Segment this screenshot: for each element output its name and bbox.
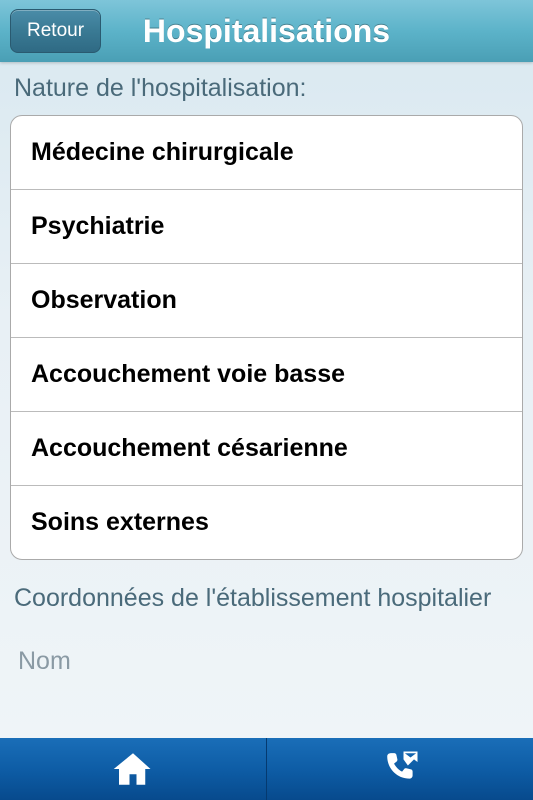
list-item[interactable]: Observation [11, 264, 522, 338]
home-button[interactable] [0, 738, 267, 800]
bottom-toolbar [0, 738, 533, 800]
content-area: Nature de l'hospitalisation: Médecine ch… [0, 62, 533, 738]
list-item[interactable]: Accouchement césarienne [11, 412, 522, 486]
contact-button[interactable] [267, 738, 533, 800]
list-item[interactable]: Soins externes [11, 486, 522, 559]
name-input[interactable] [10, 633, 523, 690]
phone-mail-icon [379, 748, 421, 790]
coords-section-label: Coordonnées de l'établissement hospitali… [10, 584, 523, 613]
list-item[interactable]: Psychiatrie [11, 190, 522, 264]
back-button[interactable]: Retour [10, 9, 101, 53]
list-item[interactable]: Médecine chirurgicale [11, 116, 522, 190]
nature-section-label: Nature de l'hospitalisation: [10, 74, 523, 103]
header-bar: Retour Hospitalisations [0, 0, 533, 62]
nature-list: Médecine chirurgicale Psychiatrie Observ… [10, 115, 523, 560]
list-item[interactable]: Accouchement voie basse [11, 338, 522, 412]
home-icon [112, 748, 154, 790]
